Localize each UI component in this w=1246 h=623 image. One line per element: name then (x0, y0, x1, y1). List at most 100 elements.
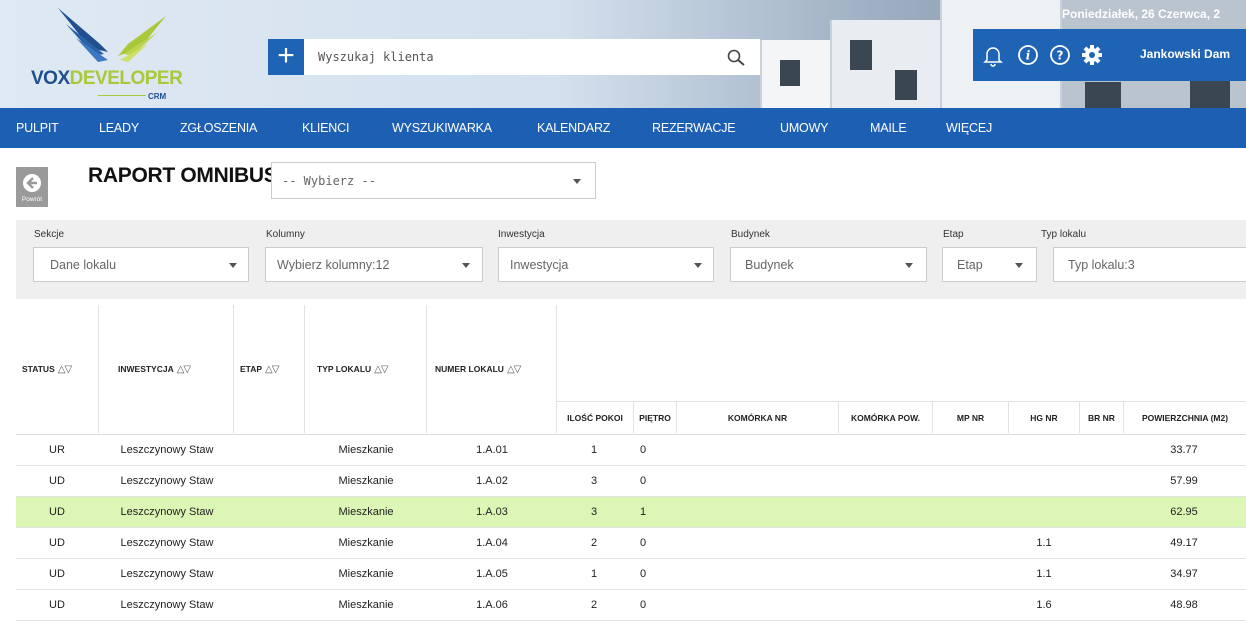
svg-text:?: ? (1057, 49, 1064, 63)
cell-typ: Mieszkanie (338, 568, 394, 580)
building-decoration (830, 20, 942, 108)
col-typ-header[interactable]: TYP LOKALU △▽ (305, 305, 427, 433)
table-row[interactable]: UD Leszczynowy Staw Mieszkanie 1.A.05 1 0 1.1 3… (16, 559, 1246, 590)
chevron-down-icon (573, 178, 581, 184)
logo-vox: VOX (31, 68, 70, 89)
col-numer-label: NUMER LOKALU (435, 364, 504, 374)
logo-divider (98, 95, 146, 96)
cell-typ: Mieszkanie (338, 537, 394, 549)
nav-item-kalendarz[interactable]: KALENDARZ (537, 108, 610, 148)
etap-select[interactable]: Etap (942, 247, 1037, 282)
chevron-down-icon (229, 262, 237, 268)
cell-pietro: 0 (639, 568, 647, 580)
cell-status: UD (49, 568, 65, 580)
cell-komorka-nr (698, 590, 818, 620)
nav-item-zgloszenia[interactable]: ZGŁOSZENIA (180, 108, 257, 148)
cell-status: UD (49, 599, 65, 611)
inwestycja-select[interactable]: Inwestycja (498, 247, 714, 282)
window-decoration (850, 40, 872, 70)
user-toolbar: i ? Jankowski Dam (973, 29, 1246, 81)
page-title: RAPORT OMNIBUS (88, 164, 278, 187)
kolumny-select[interactable]: Wybierz kolumny:12 (265, 247, 483, 282)
typ-lokalu-value: Typ lokalu:3 (1068, 257, 1135, 272)
report-select[interactable]: -- Wybierz -- (271, 162, 596, 199)
info-icon[interactable]: i (1016, 43, 1040, 67)
col-br-nr-header[interactable]: BR NR (1080, 401, 1124, 433)
sort-arrows-icon[interactable]: △▽ (374, 364, 388, 375)
nav-item-wyszukiwarka[interactable]: WYSZUKIWARKA (392, 108, 492, 148)
cell-status: UD (49, 475, 65, 487)
cell-status: UD (49, 537, 65, 549)
sekcje-value: Dane lokalu (50, 257, 117, 272)
window-decoration (780, 60, 800, 86)
client-search (304, 39, 760, 75)
chevron-down-icon (462, 262, 470, 268)
col-etap-header[interactable]: ETAP △▽ (234, 305, 305, 433)
col-komorka-pow-header[interactable]: KOMÓRKA POW. (839, 401, 933, 433)
cell-pietro: 0 (639, 599, 647, 611)
col-komorka-nr-header[interactable]: KOMÓRKA NR (677, 401, 839, 433)
table-row[interactable]: UD Leszczynowy Staw Mieszkanie 1.A.04 2 0 1.1 4… (16, 528, 1246, 559)
table-row[interactable]: UD Leszczynowy Staw Mieszkanie 1.A.06 2 0 1.6 4… (16, 590, 1246, 621)
kolumny-value: Wybierz kolumny:12 (277, 257, 390, 272)
cell-powierzchnia: 48.98 (1170, 599, 1198, 611)
add-client-button[interactable]: + (268, 39, 304, 75)
arrow-left-icon (23, 174, 41, 192)
plus-icon: + (277, 39, 295, 72)
filter-label-etap: Etap (943, 229, 964, 240)
table-row[interactable]: UR Leszczynowy Staw Mieszkanie 1.A.01 1 0 33.7… (16, 435, 1246, 466)
back-label: Powrót (21, 196, 43, 203)
filter-label-sekcje: Sekcje (34, 229, 65, 240)
nav-item-wiecej[interactable]: WIĘCEJ (946, 108, 992, 148)
window-decoration (895, 70, 917, 100)
back-button[interactable]: Powrót (16, 167, 48, 207)
table-row[interactable]: UD Leszczynowy Staw Mieszkanie 1.A.03 3 1 62.9… (16, 497, 1246, 528)
sekcje-select[interactable]: Dane lokalu (33, 247, 249, 282)
search-icon[interactable] (726, 48, 746, 68)
cell-komorka-nr (698, 466, 818, 496)
col-pokoi-header[interactable]: ILOŚĆ POKOI (557, 401, 634, 433)
window-decoration (1190, 80, 1230, 108)
nav-item-pulpit[interactable]: PULPIT (16, 108, 59, 148)
nav-item-rezerwacje[interactable]: REZERWACJE (652, 108, 736, 148)
col-powierzchnia-header[interactable]: POWIERZCHNIA (M2) (1124, 401, 1246, 433)
col-numer-header[interactable]: NUMER LOKALU △▽ (427, 305, 557, 433)
col-hg-nr-header[interactable]: HG NR (1009, 401, 1080, 433)
cell-pietro: 1 (639, 506, 647, 518)
col-inwestycja-header[interactable]: INWESTYCJA △▽ (99, 305, 234, 433)
nav-item-umowy[interactable]: UMOWY (780, 108, 829, 148)
cell-powierzchnia: 34.97 (1170, 568, 1198, 580)
cell-komorka-nr (698, 497, 818, 527)
main-nav: PULPIT LEADY ZGŁOSZENIA KLIENCI WYSZUKIW… (0, 108, 1246, 148)
col-typ-label: TYP LOKALU (317, 364, 372, 374)
typ-lokalu-select[interactable]: Typ lokalu:3 (1053, 247, 1246, 282)
sort-arrows-icon[interactable]: △▽ (507, 364, 521, 375)
help-icon[interactable]: ? (1048, 43, 1072, 67)
nav-item-klienci[interactable]: KLIENCI (302, 108, 349, 148)
cell-typ: Mieszkanie (338, 506, 394, 518)
nav-item-leady[interactable]: LEADY (99, 108, 139, 148)
search-input[interactable] (318, 39, 698, 75)
sort-arrows-icon[interactable]: △▽ (58, 364, 72, 375)
budynek-select[interactable]: Budynek (730, 247, 927, 282)
sort-arrows-icon[interactable]: △▽ (177, 364, 191, 375)
gear-icon[interactable] (1080, 43, 1104, 67)
col-status-label: STATUS (22, 364, 55, 374)
filter-panel: Sekcje Kolumny Inwestycja Budynek Etap T… (16, 220, 1246, 299)
col-status-header[interactable]: STATUS △▽ (16, 305, 99, 433)
col-pietro-header[interactable]: PIĘTRO (634, 401, 677, 433)
sort-arrows-icon[interactable]: △▽ (265, 364, 279, 375)
col-inwestycja-label: INWESTYCJA (118, 364, 174, 374)
cell-typ: Mieszkanie (338, 599, 394, 611)
chevron-down-icon (905, 262, 913, 268)
window-decoration (1085, 82, 1121, 108)
col-mp-nr-header[interactable]: MP NR (933, 401, 1009, 433)
table-row[interactable]: UD Leszczynowy Staw Mieszkanie 1.A.02 3 0 57.9… (16, 466, 1246, 497)
cell-typ: Mieszkanie (338, 475, 394, 487)
nav-item-maile[interactable]: MAILE (870, 108, 907, 148)
user-name[interactable]: Jankowski Dam (1140, 47, 1230, 61)
cell-status: UD (49, 506, 65, 518)
filter-label-kolumny: Kolumny (266, 229, 305, 240)
cell-komorka-nr (698, 559, 818, 589)
bell-icon[interactable] (981, 43, 1005, 67)
